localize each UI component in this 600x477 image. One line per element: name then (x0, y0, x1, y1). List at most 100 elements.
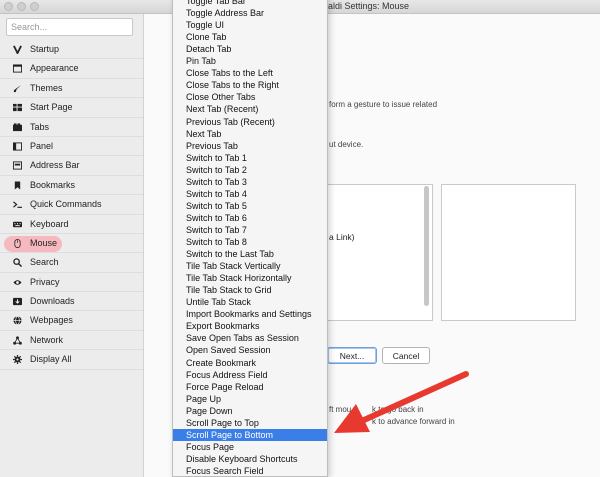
zoom-window-icon[interactable] (30, 2, 39, 11)
menu-item[interactable]: Toggle Address Bar (173, 7, 327, 19)
sidebar-item-webpages[interactable]: Webpages (0, 311, 143, 331)
sidebar-item-label: Start Page (30, 102, 73, 113)
menu-item[interactable]: Toggle Tab Bar (173, 0, 327, 7)
menu-item[interactable]: Switch to Tab 7 (173, 224, 327, 236)
menu-item[interactable]: Scroll Page to Top (173, 417, 327, 429)
sidebar-item-label: Network (30, 334, 64, 345)
menu-item[interactable]: Scroll Page to Bottom (173, 428, 327, 441)
window-icon (13, 64, 22, 73)
sidebar-item-keyboard[interactable]: Keyboard (0, 215, 143, 234)
menu-item[interactable]: Import Bookmarks and Settings (173, 308, 327, 320)
menu-item[interactable]: Create Bookmark (173, 357, 327, 369)
sidebar-item-tabs[interactable]: Tabs (0, 118, 143, 137)
gesture-description-text: form a gesture to issue related (329, 100, 438, 109)
sidebar-item-mouse[interactable]: Mouse (0, 234, 143, 254)
menu-item[interactable]: Tile Tab Stack Horizontally (173, 272, 327, 284)
sidebar-item-label: Search (30, 257, 59, 268)
menu-item[interactable]: Open Saved Session (173, 344, 327, 356)
bookmark-icon (14, 181, 21, 190)
sidebar-item-label: Themes (30, 82, 63, 93)
sidebar-item-label: Quick Commands (30, 199, 102, 210)
gesture-preview (441, 184, 576, 321)
menu-item[interactable]: Switch to Tab 5 (173, 200, 327, 212)
eye-icon (13, 279, 22, 285)
sidebar-item-address-bar[interactable]: Address Bar (0, 156, 143, 176)
menu-item[interactable]: Pin Tab (173, 55, 327, 67)
next-button[interactable]: Next... (327, 347, 377, 364)
keyboard-icon (13, 221, 22, 227)
menu-item[interactable]: Toggle UI (173, 19, 327, 31)
action-dropdown-menu[interactable]: Toggle Tab Bar Toggle Address Bar Toggle U… (172, 0, 328, 477)
sidebar-item-start-page[interactable]: Start Page (0, 98, 143, 118)
menu-item[interactable]: Switch to Tab 8 (173, 236, 327, 248)
menu-item[interactable]: Close Tabs to the Right (173, 79, 327, 91)
menu-item[interactable]: Focus Address Field (173, 369, 327, 381)
network-icon (13, 336, 22, 345)
mouse-icon (14, 238, 21, 248)
sidebar-item-label: Panel (30, 140, 54, 151)
sidebar-item-quick-commands[interactable]: Quick Commands (0, 195, 143, 215)
settings-search-input[interactable] (6, 18, 133, 36)
sidebar-item-themes[interactable]: Themes (0, 79, 143, 99)
close-window-icon[interactable] (4, 2, 13, 11)
globe-icon (13, 316, 22, 326)
sidebar-item-panel[interactable]: Panel (0, 137, 143, 157)
menu-item[interactable]: Page Down (173, 405, 327, 417)
menu-item[interactable]: Switch to Tab 4 (173, 188, 327, 200)
sidebar-item-search[interactable]: Search (0, 253, 143, 273)
sidebar-item-label: Downloads (30, 296, 75, 307)
back-gesture-text: ft mou (329, 405, 352, 414)
brush-icon (13, 84, 22, 92)
menu-item[interactable]: Previous Tab (173, 140, 327, 152)
tabs-icon (13, 123, 22, 131)
menu-item[interactable]: Export Bookmarks (173, 320, 327, 332)
menu-item[interactable]: Next Tab (173, 128, 327, 140)
download-icon (13, 297, 22, 306)
menu-item[interactable]: Next Tab (Recent) (173, 103, 327, 115)
menu-item[interactable]: Previous Tab (Recent) (173, 116, 327, 128)
menu-item[interactable]: Switch to Tab 2 (173, 164, 327, 176)
menu-item[interactable]: Switch to Tab 6 (173, 212, 327, 224)
menu-item[interactable]: Tile Tab Stack to Grid (173, 284, 327, 296)
sidebar-item-label: Webpages (30, 315, 73, 326)
gesture-list[interactable] (327, 184, 433, 321)
menu-item[interactable]: Close Tabs to the Left (173, 67, 327, 79)
menu-item[interactable]: Clone Tab (173, 31, 327, 43)
v-logo-icon (13, 45, 22, 54)
sidebar-item-label: Bookmarks (30, 179, 76, 190)
sidebar-item-appearance[interactable]: Appearance (0, 59, 143, 79)
menu-item[interactable]: Detach Tab (173, 43, 327, 55)
sidebar-item-label: Appearance (30, 63, 79, 74)
sidebar-item-startup[interactable]: Startup (0, 40, 143, 60)
menu-item[interactable]: Focus Page (173, 441, 327, 453)
menu-item[interactable]: Tile Tab Stack Vertically (173, 260, 327, 272)
back-gesture-text-2: k to go back in (372, 405, 424, 414)
menu-item[interactable]: Switch to Tab 1 (173, 152, 327, 164)
sidebar-item-label: Address Bar (30, 160, 80, 171)
menu-item[interactable]: Force Page Reload (173, 381, 327, 393)
gesture-list-scrollbar[interactable] (424, 186, 429, 306)
menu-item[interactable]: Close Other Tabs (173, 91, 327, 103)
sidebar-item-label: Keyboard (30, 218, 69, 229)
settings-nav: Startup Appearance Themes Start Page Tab… (0, 40, 143, 370)
menu-item[interactable]: Save Open Tabs as Session (173, 332, 327, 344)
menu-item[interactable]: Page Up (173, 393, 327, 405)
sidebar-item-display-all[interactable]: Display All (0, 350, 143, 370)
gear-icon (13, 355, 22, 365)
sidebar-item-network[interactable]: Network (0, 331, 143, 351)
gesture-list-item[interactable]: a Link) (329, 232, 355, 242)
cancel-button[interactable]: Cancel (382, 347, 430, 364)
forward-gesture-text: k to advance forward in (372, 417, 455, 426)
menu-item[interactable]: Switch to the Last Tab (173, 248, 327, 260)
sidebar-item-bookmarks[interactable]: Bookmarks (0, 176, 143, 196)
device-description-text: ut device. (329, 140, 364, 149)
sidebar-item-privacy[interactable]: Privacy (0, 273, 143, 293)
menu-item[interactable]: Switch to Tab 3 (173, 176, 327, 188)
minimize-window-icon[interactable] (17, 2, 26, 11)
sidebar-item-downloads[interactable]: Downloads (0, 292, 143, 312)
menu-item[interactable]: Focus Search Field (173, 465, 327, 477)
menu-item[interactable]: Untile Tab Stack (173, 296, 327, 308)
panel-icon (13, 142, 22, 151)
window-title: aldi Settings: Mouse (328, 1, 410, 11)
menu-item[interactable]: Disable Keyboard Shortcuts (173, 453, 327, 465)
